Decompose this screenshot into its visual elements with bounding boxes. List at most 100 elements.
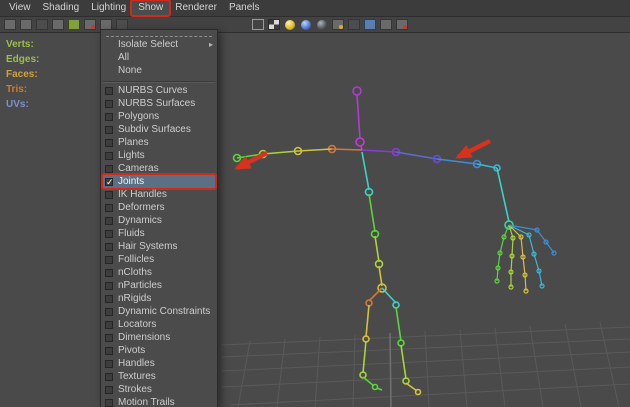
menu-item-lights[interactable]: Lights	[101, 149, 217, 162]
checkbox-subdiv-surfaces[interactable]	[105, 126, 113, 134]
menu-item-fluids[interactable]: Fluids	[101, 227, 217, 240]
menu-item-hair-systems[interactable]: Hair Systems	[101, 240, 217, 253]
menu-item-ik-handles[interactable]: IK Handles	[101, 188, 217, 201]
checkbox-dynamics[interactable]	[105, 217, 113, 225]
checkbox-joints[interactable]: ✓	[105, 178, 113, 186]
hud-row-edges: Edges:0	[6, 54, 108, 69]
use-default-material-icon[interactable]	[331, 18, 345, 31]
menubar-item-show[interactable]: Show	[132, 0, 169, 16]
menu-item-label: Planes	[118, 137, 149, 148]
checkbox-dynamic-constraints[interactable]	[105, 308, 113, 316]
checkbox-fluids[interactable]	[105, 230, 113, 238]
menu-item-label: Polygons	[118, 111, 159, 122]
menu-item-label: Lights	[118, 150, 145, 161]
checkbox-dimensions[interactable]	[105, 334, 113, 342]
textured-sphere-icon[interactable]	[299, 18, 313, 31]
menu-item-dimensions[interactable]: Dimensions	[101, 331, 217, 344]
checkbox-hair-systems[interactable]	[105, 243, 113, 251]
shadows-icon[interactable]	[347, 18, 361, 31]
menu-item-label: Hair Systems	[118, 241, 177, 252]
menubar-item-view[interactable]: View	[3, 0, 37, 16]
menu-item-label: Follicles	[118, 254, 154, 265]
joint-xray-icon[interactable]	[395, 18, 409, 31]
toolbar-group-right	[251, 18, 409, 31]
checkbox-polygons[interactable]	[105, 113, 113, 121]
menu-item-subdiv-surfaces[interactable]: Subdiv Surfaces	[101, 123, 217, 136]
two-d-pan-zoom-icon[interactable]	[51, 18, 65, 31]
hud-label: Verts:	[6, 39, 34, 54]
checkbox-follicles[interactable]	[105, 256, 113, 264]
menu-item-pivots[interactable]: Pivots	[101, 344, 217, 357]
checkbox-spacer	[105, 54, 113, 62]
checkbox-deformers[interactable]	[105, 204, 113, 212]
menu-item-nparticles[interactable]: nParticles	[101, 279, 217, 292]
menu-item-isolate-select[interactable]: Isolate Select▸	[101, 38, 217, 51]
hud-row-tris: Tris:0	[6, 84, 108, 99]
menu-item-textures[interactable]: Textures	[101, 370, 217, 383]
menu-item-label: Dynamics	[118, 215, 162, 226]
isolate-select-icon[interactable]	[379, 18, 393, 31]
menu-item-ncloths[interactable]: nCloths	[101, 266, 217, 279]
menu-item-label: Textures	[118, 371, 156, 382]
menu-item-dynamic-constraints[interactable]: Dynamic Constraints	[101, 305, 217, 318]
menu-item-label: nRigids	[118, 293, 151, 304]
checkbox-nrigids[interactable]	[105, 295, 113, 303]
menu-item-nurbs-surfaces[interactable]: NURBS Surfaces	[101, 97, 217, 110]
menu-item-motion-trails[interactable]: Motion Trails	[101, 396, 217, 407]
checker-icon[interactable]	[267, 18, 281, 31]
menu-item-planes[interactable]: Planes	[101, 136, 217, 149]
menu-item-follicles[interactable]: Follicles	[101, 253, 217, 266]
menu-item-nurbs-curves[interactable]: NURBS Curves	[101, 84, 217, 97]
menu-item-label: Handles	[118, 358, 155, 369]
image-plane-icon[interactable]	[35, 18, 49, 31]
hud-label: UVs:	[6, 99, 29, 114]
menu-item-label: None	[118, 65, 142, 76]
checkbox-pivots[interactable]	[105, 347, 113, 355]
checkbox-cameras[interactable]	[105, 165, 113, 173]
viewport-3d[interactable]: Verts:0Edges:0Faces:0Tris:0UVs:0	[0, 33, 630, 407]
checkbox-strokes[interactable]	[105, 386, 113, 394]
menu-tearoff-handle[interactable]	[106, 31, 212, 37]
shaded-sphere-icon[interactable]	[283, 18, 297, 31]
menu-item-label: Motion Trails	[118, 397, 175, 407]
hud-label: Faces:	[6, 69, 38, 84]
film-gate-icon[interactable]	[83, 18, 97, 31]
menu-item-deformers[interactable]: Deformers	[101, 201, 217, 214]
menu-item-polygons[interactable]: Polygons	[101, 110, 217, 123]
checkbox-ncloths[interactable]	[105, 269, 113, 277]
checkbox-ik-handles[interactable]	[105, 191, 113, 199]
checkbox-planes[interactable]	[105, 139, 113, 147]
menu-item-strokes[interactable]: Strokes	[101, 383, 217, 396]
checkbox-nurbs-curves[interactable]	[105, 87, 113, 95]
menu-item-all[interactable]: All	[101, 51, 217, 64]
checkbox-spacer	[105, 41, 113, 49]
checkbox-textures[interactable]	[105, 373, 113, 381]
checkbox-handles[interactable]	[105, 360, 113, 368]
checkbox-motion-trails[interactable]	[105, 399, 113, 407]
bookmark-icon[interactable]	[19, 18, 33, 31]
checkbox-locators[interactable]	[105, 321, 113, 329]
wireframe-icon[interactable]	[251, 18, 265, 31]
menubar-item-shading[interactable]: Shading	[37, 0, 86, 16]
menubar-item-renderer[interactable]: Renderer	[169, 0, 223, 16]
grease-pencil-icon[interactable]	[67, 18, 81, 31]
menu-item-handles[interactable]: Handles	[101, 357, 217, 370]
checkbox-lights[interactable]	[105, 152, 113, 160]
annotation-arrow-right	[458, 141, 490, 157]
lit-sphere-icon[interactable]	[315, 18, 329, 31]
viewport-grid	[222, 322, 630, 407]
menu-item-nrigids[interactable]: nRigids	[101, 292, 217, 305]
menubar-item-panels[interactable]: Panels	[223, 0, 266, 16]
xray-icon[interactable]	[363, 18, 377, 31]
menu-separator	[103, 77, 215, 82]
menu-item-locators[interactable]: Locators	[101, 318, 217, 331]
menu-item-cameras[interactable]: Cameras	[101, 162, 217, 175]
checkbox-nurbs-surfaces[interactable]	[105, 100, 113, 108]
menu-item-label: Strokes	[118, 384, 152, 395]
checkbox-nparticles[interactable]	[105, 282, 113, 290]
menubar-item-lighting[interactable]: Lighting	[85, 0, 132, 16]
menu-item-none[interactable]: None	[101, 64, 217, 77]
menu-item-joints[interactable]: ✓Joints	[101, 175, 217, 188]
menu-item-dynamics[interactable]: Dynamics	[101, 214, 217, 227]
camera-attributes-icon[interactable]	[3, 18, 17, 31]
